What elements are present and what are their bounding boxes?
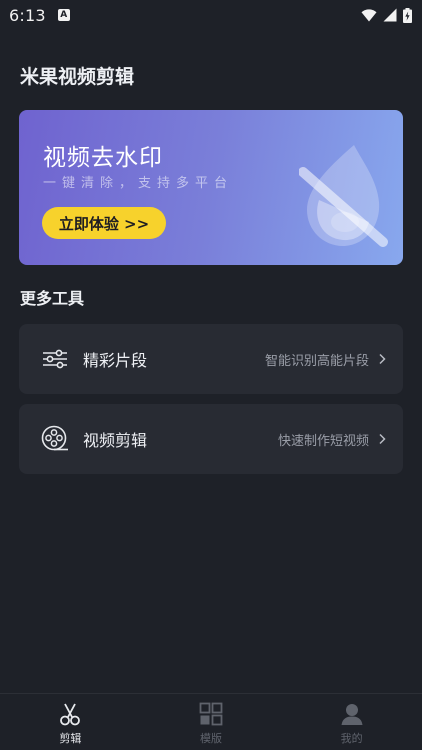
status-time: 6:13 [9, 5, 46, 25]
tool-card-video-edit[interactable]: 视频剪辑 快速制作短视频 [19, 404, 403, 474]
status-bar: 6:13 A [0, 0, 422, 30]
chevron-right-icon [379, 433, 386, 445]
banner-subtitle: 一键清除，支持多平台 [43, 176, 234, 191]
nav-tab-edit[interactable]: 剪辑 [0, 694, 141, 750]
nav-label: 我的 [340, 732, 363, 745]
nav-tab-profile[interactable]: 我的 [281, 694, 422, 750]
film-reel-icon [41, 425, 69, 453]
page-title: 米果视频剪辑 [20, 66, 135, 88]
water-drop-erase-icon [299, 145, 388, 247]
tool-card-highlights[interactable]: 精彩片段 智能识别高能片段 [19, 324, 403, 394]
tool-name: 精彩片段 [83, 351, 148, 370]
sliders-icon [41, 345, 69, 373]
tool-name: 视频剪辑 [83, 431, 148, 450]
bottom-navigation: 剪辑 模版 我的 [0, 693, 422, 750]
tool-description: 快速制作短视频 [277, 433, 369, 449]
user-icon [341, 704, 363, 725]
a-letter-icon: A [57, 9, 70, 21]
app-screen: 6:13 A 米果视频剪辑 视频去水印 一键清除，支持多平台 立即体验 >> 更… [0, 0, 422, 750]
chevron-right-icon [379, 353, 386, 365]
try-now-button[interactable]: 立即体验 >> [42, 207, 166, 239]
nav-label: 剪辑 [59, 732, 82, 745]
status-icons [361, 7, 412, 23]
tool-description: 智能识别高能片段 [264, 353, 369, 369]
more-tools-heading: 更多工具 [20, 289, 85, 308]
scissors-icon [60, 703, 81, 726]
signal-icon [383, 8, 397, 22]
watermark-removal-banner[interactable]: 视频去水印 一键清除，支持多平台 立即体验 >> [19, 110, 403, 265]
battery-charging-icon [403, 7, 412, 23]
nav-label: 模版 [200, 732, 222, 745]
wifi-icon [361, 8, 377, 21]
template-grid-icon [199, 702, 223, 726]
banner-title: 视频去水印 [43, 145, 163, 171]
nav-tab-templates[interactable]: 模版 [141, 694, 282, 750]
